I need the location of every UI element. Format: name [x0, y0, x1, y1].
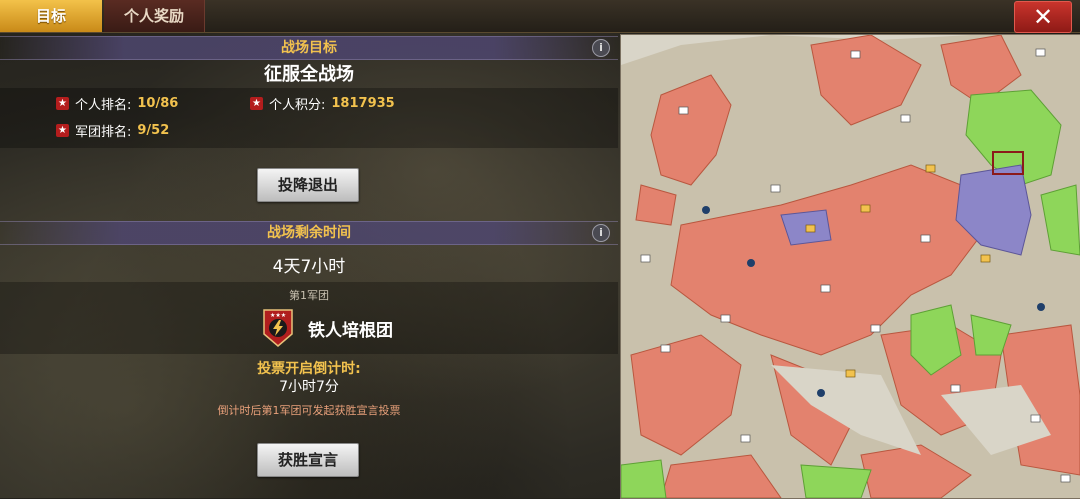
legion-rank: ★ 军团排名: 9/52	[56, 121, 169, 140]
legion-label: 第1军团	[289, 289, 329, 302]
capital-icon[interactable]	[845, 369, 856, 378]
tab-personal-reward[interactable]: 个人奖励	[104, 0, 205, 32]
territory-green	[621, 459, 667, 498]
capital-icon[interactable]	[860, 204, 871, 213]
legion-rank-value: 9/52	[137, 123, 170, 138]
info-icon[interactable]: i	[592, 224, 610, 242]
star-icon: ★	[250, 97, 263, 110]
capital-icon[interactable]	[980, 254, 991, 263]
city-icon[interactable]	[900, 114, 911, 123]
city-icon[interactable]	[720, 314, 731, 323]
hq-icon[interactable]	[702, 206, 710, 214]
hq-icon[interactable]	[1037, 303, 1045, 311]
victory-declaration-button[interactable]: 获胜宣言	[257, 443, 359, 477]
close-icon: ✕	[1032, 3, 1054, 31]
city-icon[interactable]	[678, 106, 689, 115]
surrender-button[interactable]: 投降退出	[257, 168, 359, 202]
vote-countdown-label: 投票开启倒计时:	[257, 361, 361, 377]
personal-score-label: 个人积分:	[269, 98, 326, 113]
info-icon[interactable]: i	[592, 39, 610, 57]
city-icon[interactable]	[820, 284, 831, 293]
city-icon[interactable]	[1030, 414, 1041, 423]
vote-countdown-value: 7小时7分	[279, 379, 339, 395]
europe-territory-map	[621, 35, 1080, 498]
personal-rank: ★ 个人排名: 10/86	[56, 94, 178, 113]
city-icon[interactable]	[1035, 48, 1046, 57]
city-icon[interactable]	[870, 324, 881, 333]
city-icon[interactable]	[770, 184, 781, 193]
city-icon[interactable]	[850, 50, 861, 59]
personal-rank-label: 个人排名:	[75, 98, 132, 113]
personal-score-value: 1817935	[331, 96, 395, 111]
city-icon[interactable]	[640, 254, 651, 263]
city-icon[interactable]	[740, 434, 751, 443]
hq-icon[interactable]	[817, 389, 825, 397]
battlefield-goal-title: 战场目标	[281, 40, 337, 56]
personal-score: ★ 个人积分: 1817935	[250, 94, 395, 113]
city-icon[interactable]	[1060, 474, 1071, 483]
legion-name: 铁人培根团	[308, 320, 393, 341]
legion-info: ★★★ 铁人培根团	[262, 308, 393, 348]
star-icon: ★	[56, 124, 69, 137]
remaining-time-title: 战场剩余时间	[267, 225, 351, 241]
top-bar: 目标 个人奖励 ✕	[0, 0, 1080, 33]
personal-rank-value: 10/86	[137, 96, 179, 111]
star-icon: ★	[56, 97, 69, 110]
objective-title: 征服全战场	[264, 64, 354, 85]
vote-note: 倒计时后第1军团可发起获胜宣言投票	[217, 404, 401, 417]
city-icon[interactable]	[660, 344, 671, 353]
battlefield-map[interactable]	[620, 34, 1080, 499]
objective-panel: 战场目标 i 征服全战场 ★ 个人排名: 10/86 ★ 个人积分: 18179…	[0, 32, 618, 498]
legion-rank-label: 军团排名:	[75, 125, 132, 140]
svg-text:★★★: ★★★	[270, 312, 286, 319]
remaining-time-value: 4天7小时	[272, 257, 346, 277]
capital-icon[interactable]	[805, 224, 816, 233]
hq-icon[interactable]	[747, 259, 755, 267]
close-button[interactable]: ✕	[1014, 1, 1072, 33]
legion-emblem-icon: ★★★	[263, 309, 293, 347]
tab-goal[interactable]: 目标	[0, 0, 102, 32]
capital-icon[interactable]	[925, 164, 936, 173]
city-icon[interactable]	[950, 384, 961, 393]
territory-green	[800, 464, 872, 498]
city-icon[interactable]	[920, 234, 931, 243]
remaining-time-header: 战场剩余时间 i	[0, 221, 618, 245]
battlefield-goal-header: 战场目标 i	[0, 36, 618, 60]
